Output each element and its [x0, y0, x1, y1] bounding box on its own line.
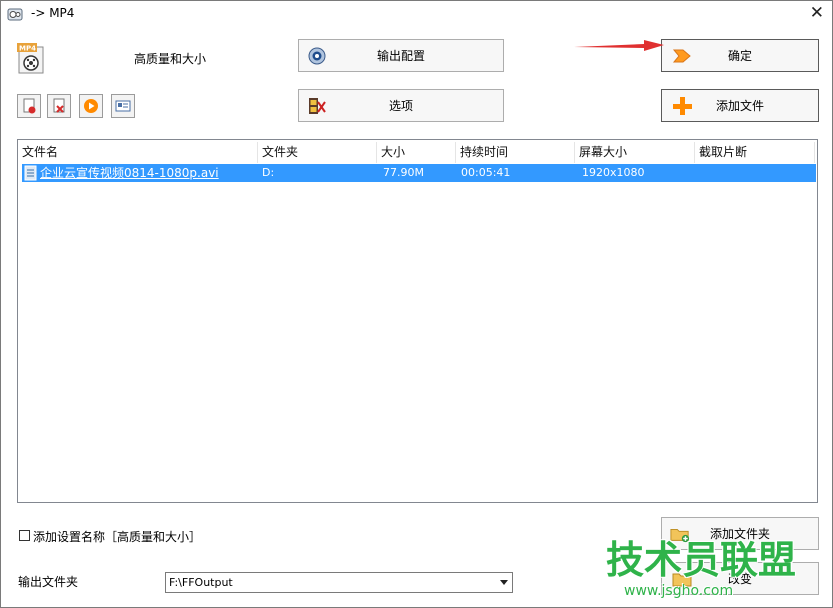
- ok-label: 确定: [727, 49, 752, 63]
- profile-name: 高质量和大小: [134, 52, 207, 66]
- add-setting-name-checkbox[interactable]: [19, 530, 30, 541]
- converter-window: -> MP4 ✕ MP4 高质量和大小 输出配置 确定 选项 添加文件 文件名 …: [0, 0, 833, 608]
- output-config-button[interactable]: 输出配置: [298, 39, 504, 72]
- title-bar: -> MP4 ✕: [1, 1, 832, 27]
- play-icon: [84, 99, 98, 113]
- cell-screen-size: 1920x1080: [582, 166, 645, 179]
- output-folder-value: F:\FFOutput: [169, 576, 233, 589]
- chevron-down-icon[interactable]: [500, 580, 508, 585]
- output-config-label: 输出配置: [376, 49, 425, 63]
- mp4-profile-icon: MP4: [17, 43, 44, 74]
- annotation-arrow: [574, 40, 664, 51]
- gear-icon: [308, 47, 326, 64]
- arrow-right-icon: [672, 49, 691, 62]
- column-header-clip[interactable]: 截取片断: [695, 142, 815, 163]
- plus-icon: [673, 96, 692, 115]
- play-button[interactable]: [79, 94, 103, 118]
- output-folder-label: 输出文件夹: [18, 575, 79, 589]
- add-file-label: 添加文件: [715, 99, 764, 113]
- watermark-url: www.jsgho.com: [624, 583, 734, 599]
- file-list-header: 文件名 文件夹 大小 持续时间 屏幕大小 截取片断: [18, 142, 817, 163]
- window-title: -> MP4: [31, 6, 75, 20]
- app-icon: [7, 8, 23, 21]
- cell-filename: 企业云宣传视频0814-1080p.avi: [40, 166, 219, 180]
- add-setting-name-label[interactable]: 添加设置名称［高质量和大小］: [33, 528, 201, 545]
- remove-file-icon: [23, 98, 36, 114]
- add-file-button[interactable]: 添加文件: [661, 89, 819, 122]
- film-tools-icon: [309, 97, 326, 114]
- ok-button[interactable]: 确定: [661, 39, 819, 72]
- column-header-duration[interactable]: 持续时间: [456, 142, 575, 163]
- file-list[interactable]: 文件名 文件夹 大小 持续时间 屏幕大小 截取片断 企业云宣传视频0814-10…: [17, 139, 818, 503]
- column-header-filename[interactable]: 文件名: [18, 142, 258, 163]
- video-file-icon: [24, 165, 37, 181]
- site-watermark: 技术员联盟 www.jsgho.com: [606, 539, 831, 607]
- column-header-screen-size[interactable]: 屏幕大小: [575, 142, 695, 163]
- remove-file-button[interactable]: [17, 94, 41, 118]
- watermark-brand: 技术员联盟: [606, 538, 797, 582]
- clear-list-icon: [53, 98, 65, 113]
- media-info-icon: [115, 100, 131, 112]
- options-label: 选项: [388, 99, 413, 113]
- cell-size: 77.90M: [383, 166, 424, 179]
- cell-duration: 00:05:41: [461, 166, 511, 179]
- output-folder-select[interactable]: F:\FFOutput: [165, 572, 513, 593]
- table-row[interactable]: 企业云宣传视频0814-1080p.avi D: 77.90M 00:05:41…: [22, 164, 816, 182]
- clear-list-button[interactable]: [47, 94, 71, 118]
- format-badge: MP4: [19, 45, 36, 53]
- cell-folder: D:: [262, 166, 275, 179]
- column-header-size[interactable]: 大小: [377, 142, 456, 163]
- media-info-button[interactable]: [111, 94, 135, 118]
- options-button[interactable]: 选项: [298, 89, 504, 122]
- close-icon[interactable]: ✕: [810, 3, 824, 23]
- column-header-folder[interactable]: 文件夹: [258, 142, 377, 163]
